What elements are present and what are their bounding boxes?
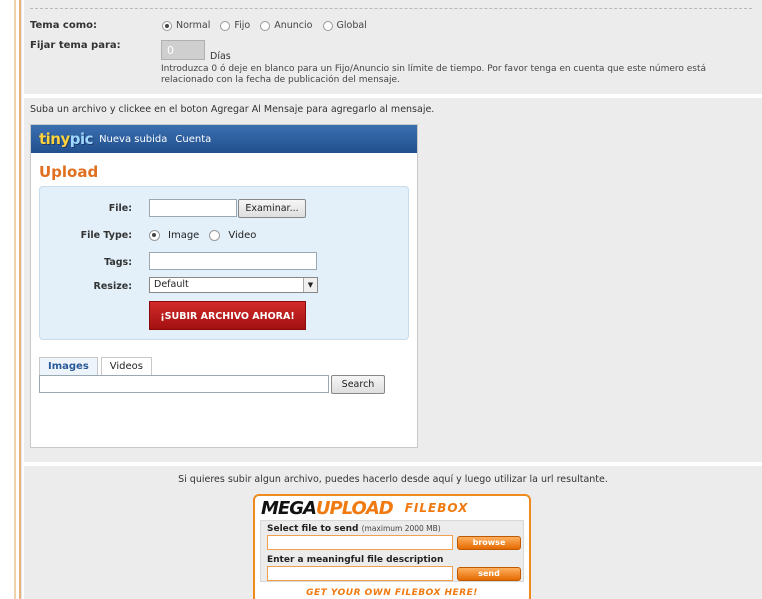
upload-intro: Suba un archivo y clickee en el boton Ag…	[30, 104, 435, 115]
left-stripe-accent	[19, 0, 21, 599]
resize-value: Default	[154, 279, 189, 290]
logo-part: tiny	[39, 130, 70, 148]
tema-radio-group: Normal Fijo Anuncio Global	[162, 20, 377, 31]
nav-account[interactable]: Cuenta	[175, 134, 211, 145]
tema-option-label: Global	[336, 20, 367, 31]
tema-option-fijo[interactable]: Fijo	[220, 20, 250, 31]
left-stripe	[14, 0, 16, 599]
tinypic-logo[interactable]: tinypic	[39, 130, 94, 148]
radio-image-icon[interactable]	[149, 230, 160, 241]
fijar-label: Fijar tema para:	[30, 40, 121, 51]
tinypic-widget: tinypic Nueva subida Cuenta Upload File:…	[30, 124, 418, 448]
topic-settings-section: Tema como: Normal Fijo Anuncio Global Fi…	[24, 0, 762, 94]
radio-icon[interactable]	[162, 20, 172, 31]
logo-mega: MEGA	[261, 497, 317, 519]
nav-new-upload[interactable]: Nueva subida	[99, 134, 167, 145]
tinypic-section: Suba un archivo y clickee en el boton Ag…	[24, 98, 762, 462]
resize-select[interactable]: Default ▼	[149, 277, 318, 293]
logo-upload: UPLOAD	[315, 497, 394, 519]
tinypic-header: tinypic Nueva subida Cuenta	[31, 125, 417, 153]
submit-upload-button[interactable]: ¡SUBIR ARCHIVO AHORA!	[149, 301, 306, 330]
select-file-hint: (maximum 2000 MB)	[361, 524, 441, 533]
tema-option-global[interactable]: Global	[322, 20, 367, 31]
megaupload-section: Si quieres subir algun archivo, puedes h…	[24, 466, 762, 599]
mega-browse-button[interactable]: browse	[457, 536, 521, 550]
tema-option-anuncio[interactable]: Anuncio	[260, 20, 313, 31]
days-hint: Introduzca 0 ó deje en blanco para un Fi…	[161, 64, 707, 85]
logo-part: pic	[69, 130, 94, 148]
tema-option-label: Anuncio	[274, 20, 313, 31]
upload-title: Upload	[39, 163, 99, 181]
megaupload-intro: Si quieres subir algun archivo, puedes h…	[178, 474, 608, 485]
select-file-label: Select file to send (maximum 2000 MB)	[267, 524, 441, 534]
search-button[interactable]: Search	[331, 375, 385, 394]
media-tabs: Images Videos	[39, 357, 155, 375]
days-unit: Días	[210, 51, 231, 62]
tags-input[interactable]	[149, 252, 317, 270]
tema-label: Tema como:	[30, 20, 98, 31]
tema-option-label: Normal	[176, 20, 211, 31]
file-label: File:	[108, 203, 132, 214]
upload-form: File: Examinar... File Type: Image Video…	[39, 186, 409, 340]
filetype-image-label: Image	[168, 230, 200, 241]
dashed-divider	[30, 8, 752, 9]
megaupload-form: Select file to send (maximum 2000 MB) br…	[260, 520, 524, 582]
mega-description-input[interactable]	[267, 566, 453, 581]
left-border	[0, 0, 22, 599]
mega-file-input[interactable]	[267, 535, 453, 550]
megaupload-filebox: MEGA UPLOAD FILEBOX Select file to send …	[253, 494, 531, 599]
resize-label: Resize:	[93, 281, 132, 292]
tab-videos[interactable]: Videos	[100, 357, 153, 375]
description-label: Enter a meaningful file description	[267, 555, 444, 565]
tab-images[interactable]: Images	[39, 357, 98, 375]
days-input[interactable]: 0	[161, 40, 205, 60]
mega-send-button[interactable]: send	[457, 567, 521, 581]
tema-option-normal[interactable]: Normal	[162, 20, 210, 31]
logo-filebox: FILEBOX	[404, 501, 469, 515]
radio-icon[interactable]	[220, 20, 231, 31]
tags-label: Tags:	[104, 257, 132, 268]
filetype-label: File Type:	[80, 230, 132, 241]
tema-option-label: Fijo	[234, 20, 251, 31]
radio-icon[interactable]	[322, 20, 333, 31]
select-file-text: Select file to send	[267, 524, 359, 534]
filetype-radio-group: Image Video	[149, 230, 256, 241]
filetype-video-label: Video	[228, 230, 257, 241]
browse-button[interactable]: Examinar...	[238, 199, 306, 218]
megaupload-logo: MEGA UPLOAD FILEBOX	[255, 496, 529, 520]
search-input[interactable]	[39, 375, 329, 393]
radio-icon[interactable]	[260, 20, 271, 31]
page: Tema como: Normal Fijo Anuncio Global Fi…	[0, 0, 762, 599]
chevron-down-icon[interactable]: ▼	[303, 278, 317, 292]
radio-video-icon[interactable]	[209, 230, 221, 241]
megaupload-footer-link[interactable]: GET YOUR OWN FILEBOX HERE!	[255, 588, 529, 598]
file-input[interactable]	[149, 199, 237, 217]
